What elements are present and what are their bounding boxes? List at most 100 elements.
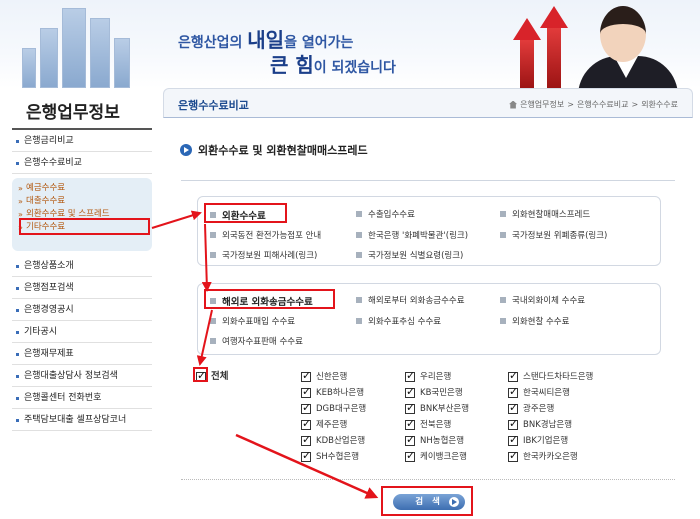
growth-bar xyxy=(520,40,534,88)
bank-label: BNK부산은행 xyxy=(420,404,470,414)
group-row: 국내외화이체 수수료 xyxy=(500,294,585,306)
link-domestic-transfer[interactable]: 국내외화이체 수수료 xyxy=(512,294,585,306)
checkbox-icon[interactable] xyxy=(301,401,311,415)
bank-checkbox[interactable]: 한국씨티은행 xyxy=(508,385,570,400)
square-bullet-icon xyxy=(356,252,362,258)
bank-checkbox[interactable]: IBK기업은행 xyxy=(508,433,569,448)
sidebar: 은행업무정보 은행금리비교 은행수수료비교 예금수수료 대출수수료 외환수수료 … xyxy=(12,92,152,431)
submenu-item-deposit-fee[interactable]: 예금수수료 xyxy=(18,182,146,195)
sidebar-item-management-disclosure[interactable]: 은행경영공시 xyxy=(12,299,152,321)
sidebar-item-branch-search[interactable]: 은행점포검색 xyxy=(12,277,152,299)
checkbox-icon[interactable] xyxy=(301,449,311,463)
building-illustration xyxy=(62,8,86,88)
checkbox-icon[interactable] xyxy=(301,369,311,383)
bank-label: 스탠다드차타드은행 xyxy=(523,372,594,382)
bank-checkbox[interactable]: BNK부산은행 xyxy=(405,401,470,416)
bank-label: KDB산업은행 xyxy=(316,436,366,446)
link-fx-cash-spread[interactable]: 외화현찰매매스프레드 xyxy=(512,208,590,220)
bank-checkbox[interactable]: 제주은행 xyxy=(301,417,347,432)
highlight-box-search xyxy=(381,486,473,516)
bank-checkbox[interactable]: 우리은행 xyxy=(405,369,451,384)
sidebar-item-products[interactable]: 은행상품소개 xyxy=(12,255,152,277)
bank-checkbox[interactable]: 케이뱅크은행 xyxy=(405,449,467,464)
link-import-export-fee[interactable]: 수출입수수료 xyxy=(368,208,415,220)
checkbox-icon[interactable] xyxy=(301,385,311,399)
link-check-collection[interactable]: 외화수표추심 수수료 xyxy=(368,315,441,327)
sidebar-item-mortgage-self[interactable]: 주택담보대출 셀프상담코너 xyxy=(12,409,152,431)
sidebar-item-other-disclosure[interactable]: 기타공시 xyxy=(12,321,152,343)
bank-label: 케이뱅크은행 xyxy=(420,452,467,462)
link-inbound-remittance[interactable]: 해외로부터 외화송금수수료 xyxy=(368,294,465,306)
square-bullet-icon xyxy=(500,211,506,217)
checkbox-icon[interactable] xyxy=(405,417,415,431)
bank-checkbox[interactable]: 스탠다드차타드은행 xyxy=(508,369,594,384)
checkbox-icon[interactable] xyxy=(508,385,518,399)
check-all-label: 전체 xyxy=(211,371,229,382)
home-icon[interactable] xyxy=(509,100,518,109)
square-bullet-icon xyxy=(210,318,216,324)
checkbox-icon[interactable] xyxy=(301,417,311,431)
checkbox-icon[interactable] xyxy=(508,417,518,431)
bank-checkbox[interactable]: 신한은행 xyxy=(301,369,348,384)
bank-checkbox[interactable]: NH농협은행 xyxy=(405,433,464,448)
link-travelers-check[interactable]: 여행자수표판매 수수료 xyxy=(222,335,303,347)
bank-checkbox[interactable]: SH수협은행 xyxy=(301,449,360,464)
checkbox-icon[interactable] xyxy=(405,385,415,399)
sidebar-item-loan-agent-search[interactable]: 은행대출상담사 정보검색 xyxy=(12,365,152,387)
sidebar-item-fee-compare[interactable]: 은행수수료비교 xyxy=(12,152,152,174)
bank-label: IBK기업은행 xyxy=(523,436,569,446)
group-row: 수출입수수료 xyxy=(356,208,415,220)
checkbox-icon[interactable] xyxy=(508,369,518,383)
group-row: 외화현찰 수수료 xyxy=(500,315,569,327)
link-cash-fee[interactable]: 외화현찰 수수료 xyxy=(512,315,569,327)
main-header: 은행수수료비교 은행업무정보 > 은행수수료비교 > 외환수수료 xyxy=(163,88,693,118)
link-coin-exchange[interactable]: 외국동전 환전가능점포 안내 xyxy=(222,229,321,241)
link-check-purchase[interactable]: 외화수표매입 수수료 xyxy=(222,315,295,327)
checkbox-icon[interactable] xyxy=(508,401,518,415)
bank-label: 전북은행 xyxy=(420,420,452,430)
bank-checkbox[interactable]: DGB대구은행 xyxy=(301,401,366,416)
square-bullet-icon xyxy=(210,252,216,258)
highlight-box-sidebar xyxy=(19,218,150,235)
main-panel: 은행수수료비교 은행업무정보 > 은행수수료비교 > 외환수수료 xyxy=(163,88,693,118)
building-illustration xyxy=(90,18,110,88)
square-bullet-icon xyxy=(500,232,506,238)
checkbox-icon[interactable] xyxy=(508,433,518,447)
growth-arrow-icon xyxy=(513,18,541,40)
sidebar-item-rate-compare[interactable]: 은행금리비교 xyxy=(12,130,152,152)
bank-checkbox[interactable]: 전북은행 xyxy=(405,417,452,432)
checkbox-icon[interactable] xyxy=(405,433,415,447)
submenu-item-loan-fee[interactable]: 대출수수료 xyxy=(18,195,146,208)
bank-label: SH수협은행 xyxy=(316,452,360,462)
checkbox-icon[interactable] xyxy=(405,449,415,463)
bank-label: BNK경남은행 xyxy=(523,420,573,430)
link-money-museum[interactable]: 한국은행 '화폐박물관'(링크) xyxy=(368,229,468,241)
group-row: 외화수표추심 수수료 xyxy=(356,315,441,327)
sidebar-item-financial-statements[interactable]: 은행재무제표 xyxy=(12,343,152,365)
checkbox-icon[interactable] xyxy=(405,369,415,383)
bank-label: 신한은행 xyxy=(316,372,348,382)
square-bullet-icon xyxy=(356,318,362,324)
bank-checkbox[interactable]: KDB산업은행 xyxy=(301,433,366,448)
breadcrumb-item[interactable]: 은행수수료비교 xyxy=(577,99,629,110)
bank-label: 한국카카오은행 xyxy=(523,452,578,462)
link-damage-cases[interactable]: 국가정보원 피해사례(링크) xyxy=(222,249,317,261)
bank-checkbox[interactable]: KB국민은행 xyxy=(405,385,463,400)
checkbox-icon[interactable] xyxy=(301,433,311,447)
bank-checkbox[interactable]: 한국카카오은행 xyxy=(508,449,578,464)
section-subtitle-text: 외환수수료 및 외환현찰매매스프레드 xyxy=(198,144,368,157)
sidebar-item-call-center[interactable]: 은행콜센터 전화번호 xyxy=(12,387,152,409)
bank-checkbox[interactable]: KEB하나은행 xyxy=(301,385,364,400)
link-identification-guide[interactable]: 국가정보원 식별요령(링크) xyxy=(368,249,463,261)
bank-checkbox[interactable]: BNK경남은행 xyxy=(508,417,573,432)
link-counterfeit-types[interactable]: 국가정보원 위폐종류(링크) xyxy=(512,229,607,241)
square-bullet-icon xyxy=(356,211,362,217)
breadcrumb-item[interactable]: 은행업무정보 xyxy=(520,99,564,110)
breadcrumb: 은행업무정보 > 은행수수료비교 > 외환수수료 xyxy=(509,99,678,110)
bank-checkbox[interactable]: 광주은행 xyxy=(508,401,554,416)
breadcrumb-item: 외환수수료 xyxy=(641,100,678,109)
checkbox-icon[interactable] xyxy=(508,449,518,463)
bullet-arrow-icon xyxy=(180,144,192,156)
square-bullet-icon xyxy=(210,338,216,344)
checkbox-icon[interactable] xyxy=(405,401,415,415)
